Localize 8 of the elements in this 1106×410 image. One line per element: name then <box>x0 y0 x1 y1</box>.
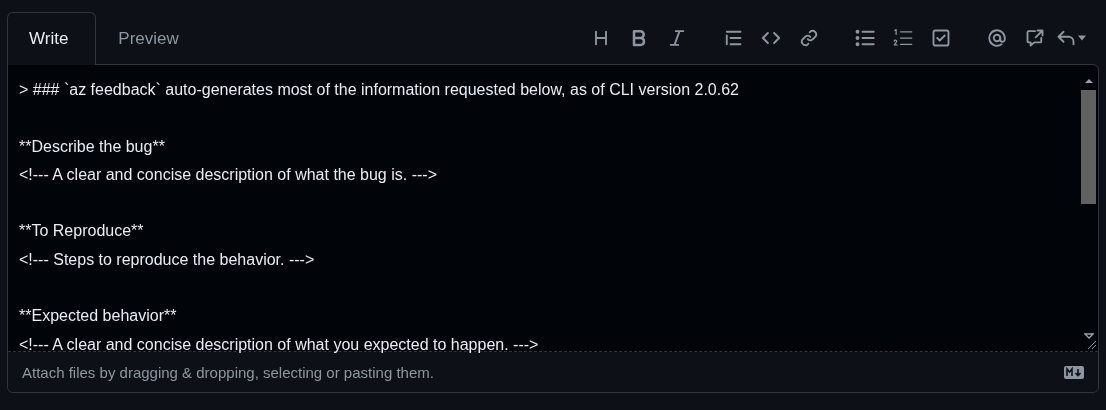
markdown-icon[interactable] <box>1064 365 1084 379</box>
resize-handle-icon[interactable] <box>1087 340 1097 350</box>
editor-tab[interactable]: Write <box>7 12 97 65</box>
attach-hint: Attach files by dragging & dropping, selecting or pasting them. <box>22 363 434 381</box>
editor-tab[interactable]: Preview <box>96 12 207 65</box>
scroll-up-icon[interactable] <box>1083 76 1094 86</box>
scrollbar-thumb[interactable] <box>1081 90 1096 204</box>
scroll-down-icon[interactable] <box>1083 331 1094 341</box>
